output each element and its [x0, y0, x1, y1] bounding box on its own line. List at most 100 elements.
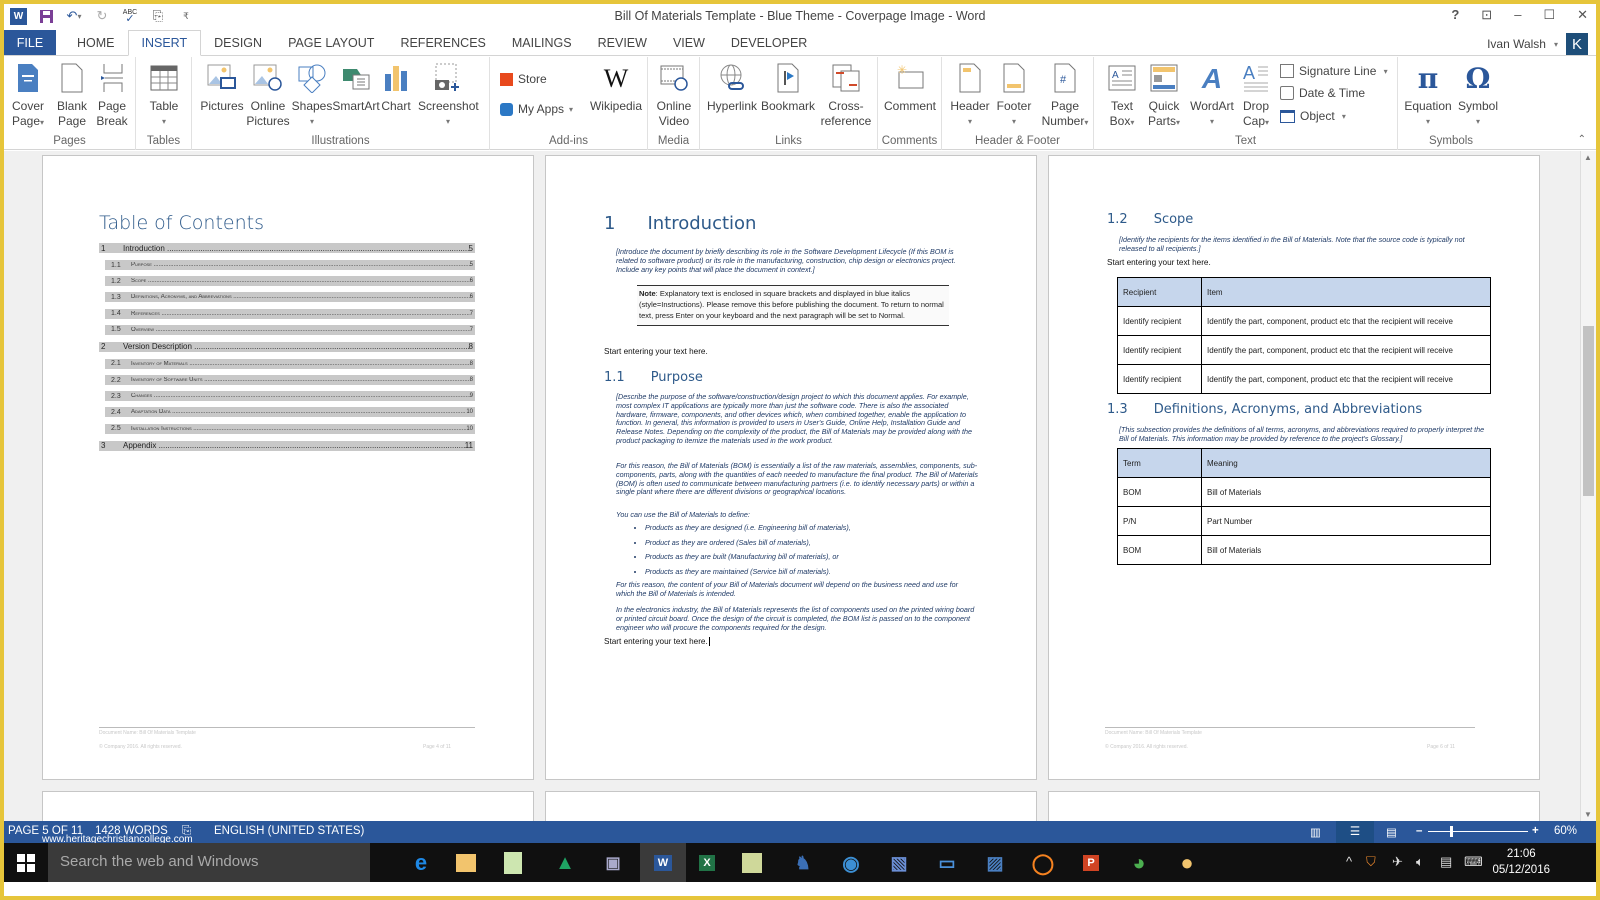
hyperlink-button[interactable]: Hyperlink	[704, 61, 760, 114]
word-taskbar-icon[interactable]: W	[640, 843, 686, 882]
toc-entry[interactable]: 1.3 Definitions, Acronyms, and Abbreviati…	[105, 292, 475, 303]
tab-references[interactable]: REFERENCES	[387, 30, 498, 55]
toc-entry[interactable]: 1.4 References ..........................…	[105, 308, 475, 319]
table-cell[interactable]: BOM	[1117, 477, 1202, 507]
tab-file[interactable]: FILE	[4, 30, 56, 55]
drop-cap-button[interactable]: A Drop Cap▾	[1232, 61, 1280, 130]
chrome-icon[interactable]: ◕	[1126, 850, 1152, 876]
cover-page-button[interactable]: Cover Page▾	[4, 61, 52, 130]
tab-review[interactable]: REVIEW	[585, 30, 660, 55]
table-cell[interactable]: Identify the part, component, product et…	[1201, 306, 1491, 336]
page-break-button[interactable]: Page Break	[88, 61, 136, 129]
keyboard-icon[interactable]: ⌨	[1464, 854, 1483, 870]
store-button[interactable]: Store	[500, 69, 547, 89]
toc-entry[interactable]: 1.1 Purpose .............................…	[105, 260, 475, 270]
page-5[interactable]: 1 Introduction [Introduce the document by…	[545, 155, 1037, 780]
maximize-icon[interactable]: ☐	[1543, 7, 1555, 23]
tab-mailings[interactable]: MAILINGS	[499, 30, 585, 55]
close-icon[interactable]: ✕	[1577, 7, 1588, 23]
user-account[interactable]: Ivan Walsh ▾ K	[1487, 33, 1588, 55]
toc-entry[interactable]: 2.1 Inventory of Materials ..............…	[105, 358, 475, 369]
page-6[interactable]: 1.2 Scope [Identify the recipients for th…	[1048, 155, 1540, 780]
table-cell[interactable]: Identify recipient	[1117, 335, 1202, 365]
table-cell[interactable]: Identify recipient	[1117, 364, 1202, 394]
paint-icon[interactable]: ●	[1174, 850, 1200, 876]
scroll-up-icon[interactable]: ▲	[1584, 153, 1592, 162]
avatar[interactable]: K	[1566, 33, 1588, 55]
collapse-ribbon-icon[interactable]: ⌃	[1578, 134, 1586, 145]
help-icon[interactable]: ?	[1451, 7, 1459, 23]
start-text[interactable]: Start entering your text here.	[604, 347, 708, 356]
scrollbar-thumb[interactable]	[1583, 326, 1594, 496]
header-button[interactable]: Header ▾	[946, 61, 994, 129]
tab-design[interactable]: DESIGN	[201, 30, 275, 55]
taskbar-search-input[interactable]: Search the web and Windows	[48, 843, 370, 882]
zoom-level[interactable]: 60%	[1554, 825, 1577, 837]
print-layout-icon[interactable]: ☰	[1336, 821, 1374, 843]
screenshot-button[interactable]: Screenshot ▾	[418, 61, 479, 129]
table-cell[interactable]: Part Number	[1201, 506, 1491, 536]
signature-line-button[interactable]: Signature Line ▾	[1280, 61, 1388, 81]
start-button[interactable]	[4, 843, 48, 882]
ribbon-display-options-icon[interactable]: ⊡	[1481, 7, 1492, 23]
tab-insert[interactable]: INSERT	[127, 30, 202, 56]
scroll-down-icon[interactable]: ▼	[1584, 810, 1592, 819]
shapes-button[interactable]: Shapes ▾	[288, 61, 336, 129]
toc-entry[interactable]: 3 Appendix ..............................…	[99, 440, 475, 451]
text-box-button[interactable]: A Text Box▾	[1098, 61, 1146, 130]
show-hidden-icons[interactable]: ^	[1346, 854, 1352, 869]
date-time-button[interactable]: Date & Time	[1280, 83, 1365, 103]
start-text[interactable]: Start entering your text here.	[1107, 258, 1211, 267]
circle-app-icon[interactable]: ◯	[1030, 850, 1056, 876]
chart-button[interactable]: Chart	[372, 61, 420, 114]
comment-button[interactable]: ✳ Comment	[882, 61, 938, 114]
toc-entry[interactable]: 1.2 Scope ...............................…	[105, 276, 475, 287]
window-app-icon[interactable]: ▭	[934, 850, 960, 876]
symbol-button[interactable]: Ω Symbol ▾	[1452, 61, 1504, 129]
google-drive-icon[interactable]: ▲	[552, 850, 578, 876]
table-cell[interactable]: Identify recipient	[1117, 306, 1202, 336]
table-cell[interactable]: Identify the part, component, product et…	[1201, 364, 1491, 394]
document-area[interactable]: Table of Contents Document Name: Bill Of…	[4, 151, 1580, 831]
tab-home[interactable]: HOME	[64, 30, 128, 55]
language[interactable]: ENGLISH (UNITED STATES)	[214, 825, 364, 837]
powerpoint-icon[interactable]: P	[1078, 850, 1104, 876]
notes-app-icon[interactable]	[742, 853, 762, 873]
image-editor-icon[interactable]: ▧	[886, 850, 912, 876]
online-pictures-button[interactable]: Online Pictures	[244, 61, 292, 129]
table-button[interactable]: Table ▾	[140, 61, 188, 129]
equation-button[interactable]: π Equation ▾	[1400, 61, 1456, 129]
tab-view[interactable]: VIEW	[660, 30, 718, 55]
bookmark-button[interactable]: Bookmark	[760, 61, 816, 114]
minimize-icon[interactable]: –	[1514, 7, 1521, 23]
start-text-2[interactable]: Start entering your text here.	[604, 637, 710, 646]
my-apps-button[interactable]: My Apps ▾	[500, 99, 573, 119]
wikipedia-button[interactable]: W Wikipedia	[586, 61, 646, 114]
table-cell[interactable]: Bill of Materials	[1201, 477, 1491, 507]
zoom-slider-thumb[interactable]	[1450, 826, 1453, 837]
remote-desktop-icon[interactable]: ▨	[982, 850, 1008, 876]
spy-app-icon[interactable]: ♞	[790, 850, 816, 876]
volume-icon[interactable]: 🔈︎	[1416, 854, 1424, 870]
tab-page-layout[interactable]: PAGE LAYOUT	[275, 30, 387, 55]
tab-developer[interactable]: DEVELOPER	[718, 30, 820, 55]
zoom-out-icon[interactable]: –	[1416, 825, 1422, 837]
cross-reference-button[interactable]: Cross- reference	[816, 61, 876, 129]
zoom-in-icon[interactable]: +	[1532, 825, 1539, 837]
notepad-icon[interactable]	[504, 852, 522, 874]
footer-button[interactable]: Footer ▾	[990, 61, 1038, 129]
page-number-button[interactable]: # Page Number▾	[1038, 61, 1092, 130]
table-cell[interactable]: Identify the part, component, product et…	[1201, 335, 1491, 365]
read-mode-icon[interactable]: ▥	[1310, 825, 1321, 839]
page-4[interactable]: Table of Contents Document Name: Bill Of…	[42, 155, 534, 780]
table-cell[interactable]: BOM	[1117, 535, 1202, 565]
table-cell[interactable]: Bill of Materials	[1201, 535, 1491, 565]
online-video-button[interactable]: Online Video	[650, 61, 698, 129]
security-icon[interactable]: ⛉	[1366, 854, 1376, 870]
zoom-slider[interactable]	[1428, 826, 1528, 837]
toc-entry[interactable]: 2.2 Inventory of Software Units .........…	[105, 375, 475, 385]
toc-entry[interactable]: 1.5 Overview ............................…	[105, 324, 475, 335]
object-button[interactable]: Object ▾	[1280, 106, 1346, 126]
action-center-icon[interactable]: ▤	[1440, 854, 1452, 870]
monitor-app-icon[interactable]: ▣	[600, 850, 626, 876]
